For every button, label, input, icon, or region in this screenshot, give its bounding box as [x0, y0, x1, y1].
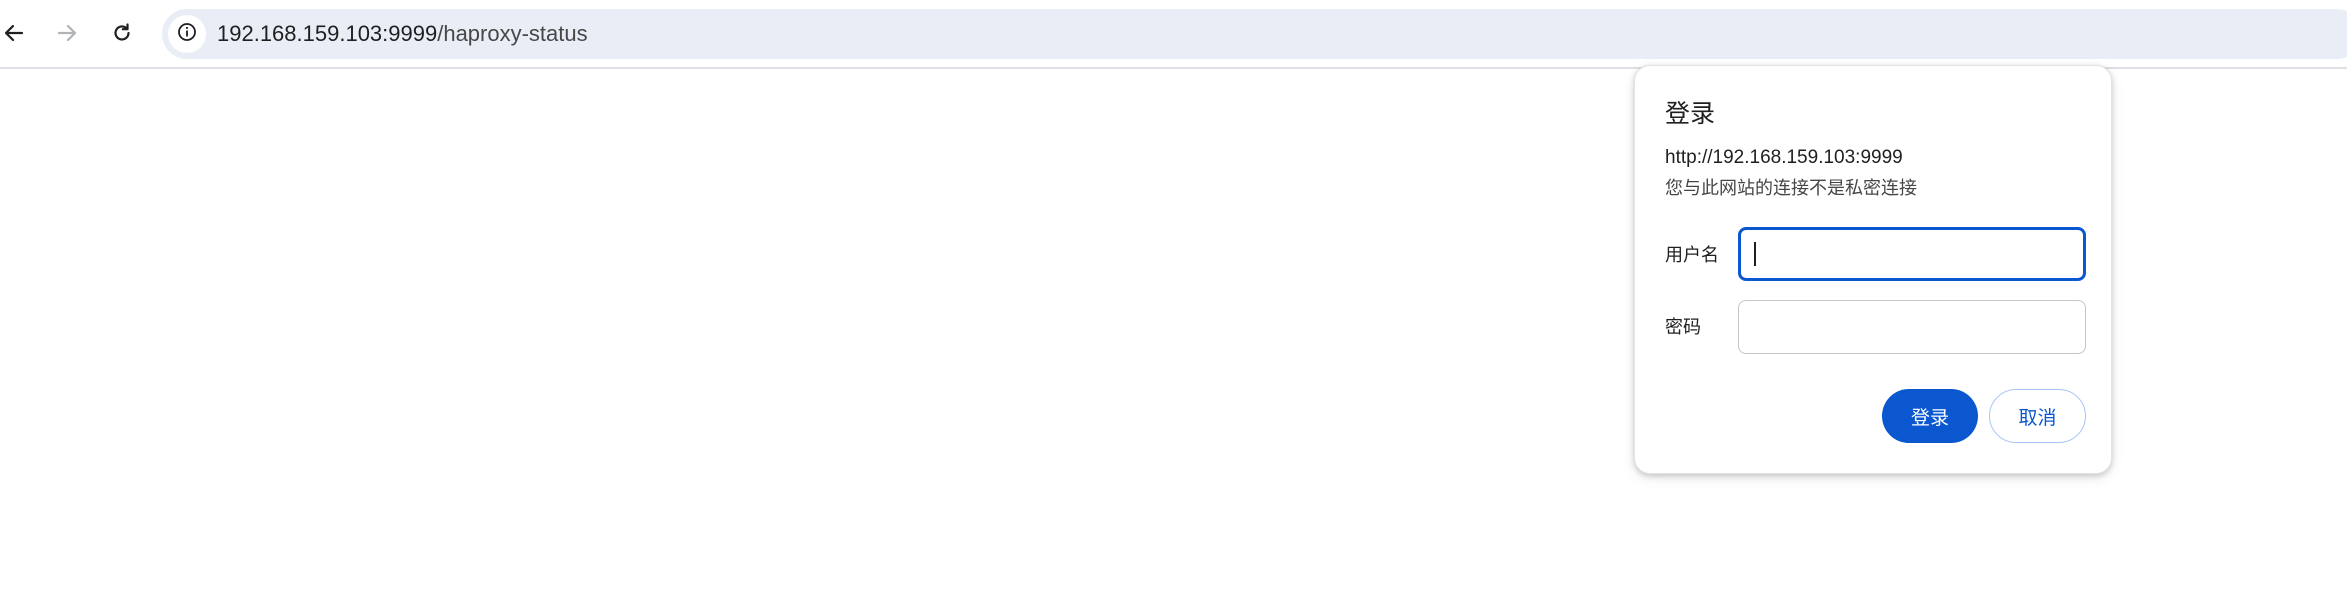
connection-warning: 您与此网站的连接不是私密连接 — [1665, 178, 1917, 198]
text-caret — [1754, 242, 1756, 266]
forward-button[interactable] — [49, 15, 85, 51]
password-label: 密码 — [1665, 317, 1701, 337]
arrow-right-icon — [56, 22, 78, 44]
site-info-button[interactable] — [168, 15, 206, 53]
dialog-title: 登录 — [1665, 100, 1716, 128]
reload-icon — [111, 22, 133, 44]
arrow-left-icon — [3, 22, 25, 44]
info-icon — [177, 22, 197, 47]
username-label: 用户名 — [1665, 245, 1719, 265]
browser-toolbar: 192.168.159.103:9999/haproxy-status — [0, 0, 2347, 69]
back-button[interactable] — [0, 15, 32, 51]
password-field[interactable] — [1738, 300, 2086, 354]
url-path: /haproxy-status — [437, 21, 588, 46]
auth-dialog: 登录 http://192.168.159.103:9999 您与此网站的连接不… — [1634, 65, 2112, 474]
dialog-origin: http://192.168.159.103:9999 — [1665, 147, 1903, 168]
reload-button[interactable] — [104, 15, 140, 51]
url-host: 192.168.159.103:9999 — [217, 21, 438, 46]
login-button[interactable]: 登录 — [1882, 389, 1978, 443]
url-text[interactable]: 192.168.159.103:9999/haproxy-status — [217, 21, 588, 47]
address-bar[interactable]: 192.168.159.103:9999/haproxy-status — [162, 9, 2347, 59]
cancel-button[interactable]: 取消 — [1989, 389, 2086, 443]
username-field[interactable] — [1738, 227, 2086, 281]
